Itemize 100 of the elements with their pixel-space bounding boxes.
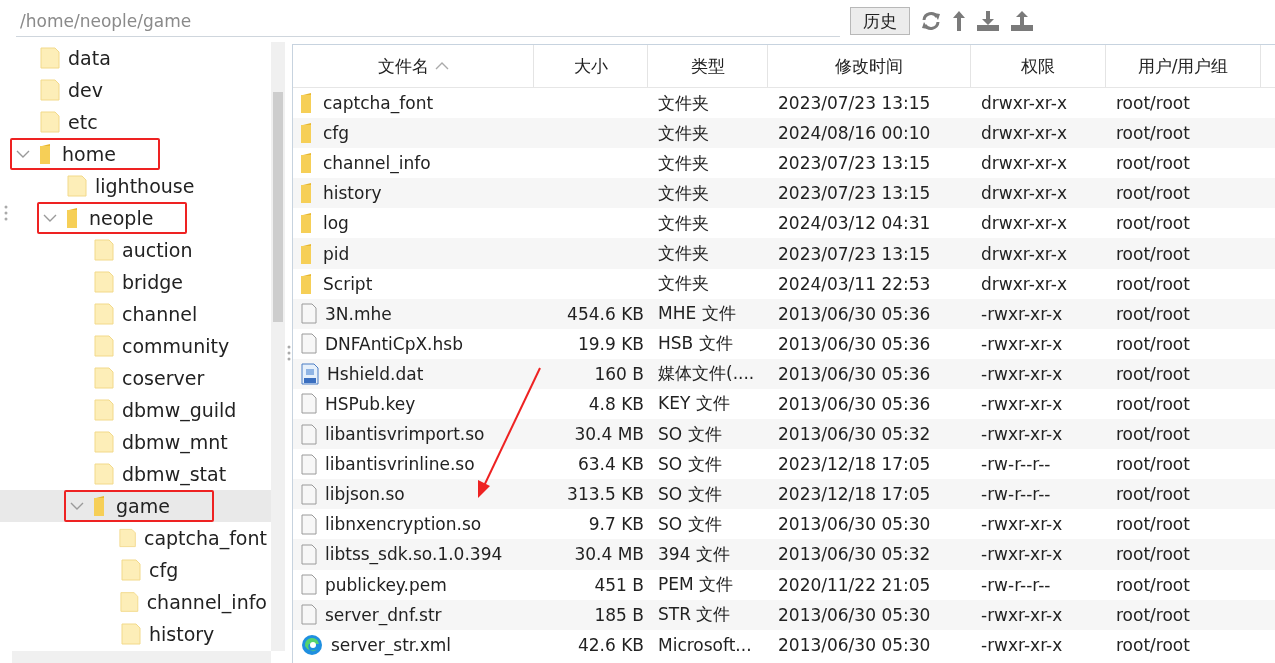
- file-name[interactable]: libantisvrinline.so: [325, 454, 475, 475]
- vertical-scrollbar[interactable]: [271, 42, 285, 651]
- file-name[interactable]: log: [323, 213, 349, 234]
- table-cell-text: 2023/12/18 17:05: [777, 484, 932, 505]
- file-name[interactable]: DNFAntiCpX.hsb: [325, 333, 463, 354]
- tree-item[interactable]: channel: [122, 303, 198, 325]
- tree-item[interactable]: dbmw_mnt: [122, 431, 228, 453]
- column-header[interactable]: 类型: [648, 45, 768, 87]
- tree-item[interactable]: captcha_font: [143, 527, 267, 549]
- file-name[interactable]: libantisvrimport.so: [325, 424, 485, 445]
- file-name[interactable]: 3N.mhe: [325, 303, 392, 324]
- folder-icon: [94, 463, 114, 485]
- table-cell-text: 2013/06/30 05:30: [777, 634, 932, 655]
- tree-row[interactable]: dev: [0, 74, 271, 106]
- up-arrow-icon[interactable]: [952, 10, 966, 32]
- sort-ascending-icon: [434, 62, 449, 70]
- column-header[interactable]: 文件名: [293, 45, 534, 87]
- table-cell-text: root/root: [1115, 273, 1191, 294]
- tree-row[interactable]: cfg: [0, 554, 271, 586]
- table-cell-text: root/root: [1115, 123, 1191, 144]
- file-name[interactable]: server_str.xml: [331, 634, 451, 655]
- column-header[interactable]: 大小: [534, 45, 648, 87]
- chevron-down-icon[interactable]: [70, 502, 84, 510]
- tree-row[interactable]: data: [0, 42, 271, 74]
- table-cell-text: -rwxr-xr-x: [980, 363, 1064, 384]
- file-name[interactable]: libjson.so: [325, 484, 405, 505]
- tree-item[interactable]: cfg: [149, 559, 179, 581]
- tree-row[interactable]: dbmw_stat: [0, 458, 271, 490]
- table-cell-text: -rwxr-xr-x: [980, 604, 1064, 625]
- tree-item[interactable]: dbmw_stat: [122, 463, 227, 485]
- table-cell-text: 2023/12/18 17:05: [777, 454, 932, 475]
- table-cell-text: root/root: [1115, 213, 1191, 234]
- table-cell-text: root/root: [1115, 363, 1191, 384]
- drag-handle-icon[interactable]: [4, 204, 8, 222]
- tree-row[interactable]: captcha_font: [0, 522, 271, 554]
- tree-row[interactable]: neople: [0, 202, 271, 234]
- table-cell-text: PEM 文件: [657, 573, 735, 597]
- tree-row[interactable]: bridge: [0, 266, 271, 298]
- tree-item[interactable]: community: [122, 335, 230, 357]
- tree-item[interactable]: history: [149, 623, 215, 645]
- table-cell-text: 30.4 MB: [573, 424, 645, 445]
- tree-item[interactable]: home: [62, 143, 116, 165]
- tree-row[interactable]: history: [0, 618, 271, 650]
- table-cell-text: 9.7 KB: [587, 514, 645, 535]
- table-cell-text: 2024/03/11 22:53: [777, 273, 932, 294]
- column-header[interactable]: 修改时间: [768, 45, 971, 87]
- tree-item[interactable]: game: [116, 495, 170, 517]
- tree-row[interactable]: lighthouse: [0, 170, 271, 202]
- column-header[interactable]: 用户/用户组: [1106, 45, 1261, 87]
- tree-row[interactable]: dbmw_guild: [0, 394, 271, 426]
- tree-item[interactable]: coserver: [122, 367, 205, 389]
- table-cell-text: -rwxr-xr-x: [980, 634, 1064, 655]
- tree-item[interactable]: auction: [122, 239, 193, 261]
- tree-row[interactable]: auction: [0, 234, 271, 266]
- tree-row[interactable]: coserver: [0, 362, 271, 394]
- tree-item[interactable]: etc: [68, 111, 98, 133]
- tree-row[interactable]: channel: [0, 298, 271, 330]
- tree-row[interactable]: game: [0, 490, 271, 522]
- tree-item[interactable]: lighthouse: [95, 175, 195, 197]
- tree-item[interactable]: data: [68, 47, 111, 69]
- table-cell-text: root/root: [1115, 394, 1191, 414]
- tree-row[interactable]: dbmw_mnt: [0, 426, 271, 458]
- table-cell-text: 451 B: [593, 574, 645, 595]
- table-cell-text: 42.6 KB: [576, 634, 645, 655]
- file-name[interactable]: HSPub.key: [325, 394, 416, 414]
- table-cell-text: root/root: [1115, 93, 1191, 114]
- tree-item[interactable]: dev: [68, 79, 103, 101]
- file-name[interactable]: Script: [323, 273, 373, 294]
- tree-row[interactable]: etc: [0, 106, 271, 138]
- tree-item[interactable]: neople: [89, 207, 154, 229]
- tree-row[interactable]: community: [0, 330, 271, 362]
- tree-row[interactable]: channel_info: [0, 586, 271, 618]
- tree-item[interactable]: dbmw_guild: [122, 399, 237, 421]
- file-name[interactable]: cfg: [323, 123, 350, 144]
- chevron-down-icon[interactable]: [43, 214, 57, 222]
- table-cell-text: 454.6 KB: [566, 303, 645, 324]
- file-name[interactable]: libtss_sdk.so.1.0.394: [325, 544, 503, 565]
- table-cell-text: root/root: [1115, 484, 1191, 505]
- file-name[interactable]: captcha_font: [323, 93, 434, 114]
- tree-item[interactable]: bridge: [122, 271, 183, 293]
- history-button[interactable]: 历史: [850, 7, 910, 35]
- table-cell-text: drwxr-xr-x: [980, 273, 1068, 294]
- chevron-down-icon[interactable]: [16, 150, 30, 158]
- column-header[interactable]: 权限: [971, 45, 1106, 87]
- tree-row[interactable]: home: [0, 138, 271, 170]
- table-cell-text: root/root: [1115, 183, 1191, 204]
- file-name[interactable]: publickey.pem: [325, 574, 447, 595]
- file-name[interactable]: history: [323, 183, 382, 204]
- folder-icon: [94, 335, 114, 357]
- drag-handle-icon[interactable]: [286, 343, 291, 362]
- file-name[interactable]: Hshield.dat: [327, 363, 424, 384]
- upload-icon[interactable]: [1010, 10, 1034, 32]
- file-name[interactable]: server_dnf.str: [325, 604, 442, 625]
- download-icon[interactable]: [976, 10, 1000, 32]
- tree-item[interactable]: channel_info: [146, 591, 267, 613]
- file-name[interactable]: pid: [323, 243, 350, 264]
- file-name[interactable]: channel_info: [323, 153, 431, 174]
- table-cell-text: 160 B: [593, 363, 645, 384]
- file-name[interactable]: libnxencryption.so: [325, 514, 482, 535]
- refresh-icon[interactable]: [920, 11, 942, 31]
